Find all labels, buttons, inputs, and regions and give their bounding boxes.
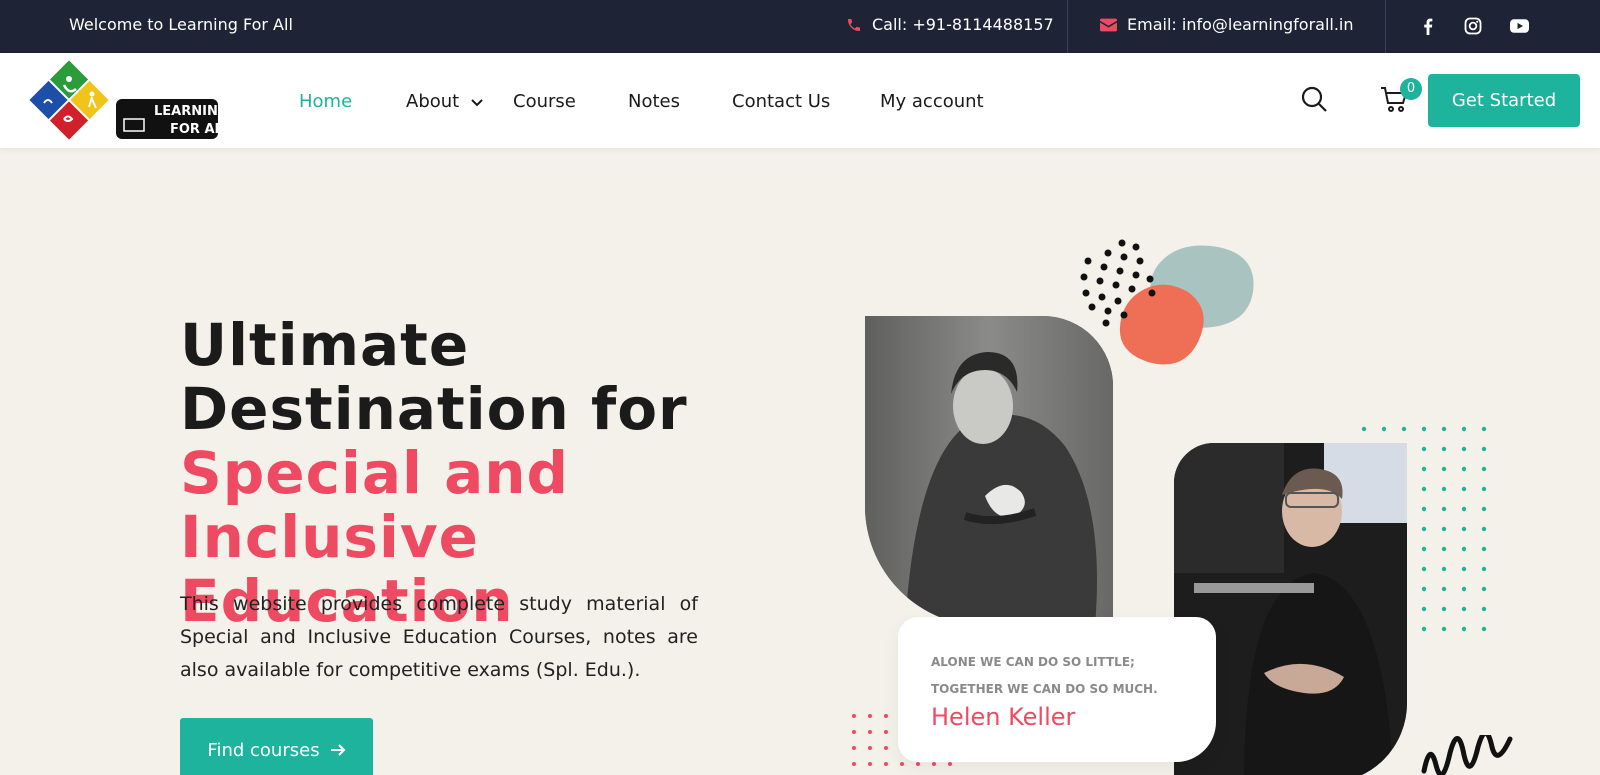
nav-course[interactable]: Course	[513, 91, 576, 112]
call-link[interactable]: Call: +91-8114488157	[846, 15, 1054, 34]
envelope-icon	[1100, 18, 1117, 31]
find-courses-label: Find courses	[207, 739, 320, 761]
chevron-down-icon	[471, 99, 483, 107]
quote-line2: TOGETHER WE CAN DO SO MUCH.	[931, 682, 1158, 696]
logo-text-line1: LEARNING	[154, 104, 224, 119]
decorative-squiggle	[1421, 735, 1513, 775]
search-icon[interactable]	[1300, 85, 1328, 113]
find-courses-button[interactable]: Find courses	[180, 718, 373, 775]
nav-about[interactable]: About	[406, 91, 483, 112]
nav-my-account[interactable]: My account	[880, 91, 984, 112]
email-text: Email: info@learningforall.in	[1127, 15, 1354, 34]
site-logo[interactable]: LEARNING FOR ALL	[24, 57, 231, 143]
top-bar: Welcome to Learning For All Call: +91-81…	[0, 0, 1600, 53]
arrow-right-icon	[330, 744, 345, 756]
decorative-blobs	[1080, 239, 1254, 365]
hero-title-line3: Special and	[180, 439, 570, 507]
phone-icon	[848, 18, 860, 31]
main-header: LEARNING FOR ALL Home About Course Notes…	[0, 53, 1600, 148]
call-text: Call: +91-8114488157	[872, 15, 1054, 34]
hero-title-line2: Destination for	[180, 375, 688, 443]
quote-author: Helen Keller	[931, 703, 1076, 731]
hero-title-line1: Ultimate	[180, 311, 470, 379]
email-link[interactable]: Email: info@learningforall.in	[1100, 15, 1354, 34]
hero-title: Ultimate Destination for Special and Inc…	[180, 313, 780, 633]
youtube-icon[interactable]	[1506, 13, 1532, 39]
quote-line1: ALONE WE CAN DO SO LITTLE;	[931, 655, 1135, 669]
nav-contact[interactable]: Contact Us	[732, 91, 830, 112]
logo-text-line2: FOR ALL	[170, 122, 224, 137]
quote-card: ALONE WE CAN DO SO LITTLE; TOGETHER WE C…	[898, 617, 1216, 762]
nav-notes[interactable]: Notes	[628, 91, 680, 112]
helen-keller-photo	[865, 316, 1113, 626]
cart-count-badge: 0	[1400, 78, 1422, 100]
facebook-icon[interactable]	[1415, 13, 1441, 39]
nav-about-label: About	[406, 91, 460, 112]
welcome-text: Welcome to Learning For All	[69, 15, 293, 34]
divider	[1385, 0, 1386, 53]
instagram-icon[interactable]	[1460, 13, 1486, 39]
get-started-button[interactable]: Get Started	[1428, 74, 1580, 127]
divider	[1067, 0, 1068, 53]
hero-description: This website provides complete study mat…	[180, 593, 698, 681]
nav-home[interactable]: Home	[299, 91, 352, 112]
